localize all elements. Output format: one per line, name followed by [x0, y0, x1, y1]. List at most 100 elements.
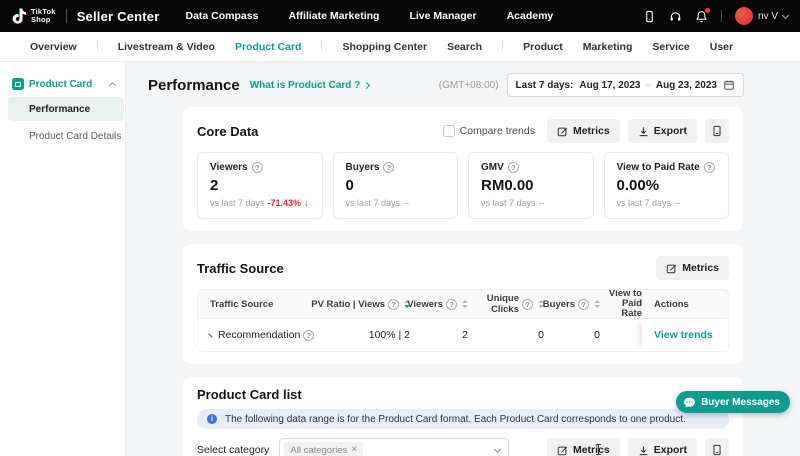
- tab-overview[interactable]: Overview: [30, 41, 77, 53]
- metrics-button[interactable]: Metrics: [656, 256, 729, 280]
- expand-row-icon[interactable]: [208, 333, 212, 337]
- notification-badge-dot: [705, 8, 710, 13]
- filter-row: Select category All categories × Metrics: [197, 438, 729, 456]
- question-icon[interactable]: ?: [704, 162, 715, 173]
- compare-trends-checkbox[interactable]: Compare trends: [443, 125, 535, 137]
- topbar-divider: [721, 10, 722, 22]
- metric-view-to-paid-rate: View to Paid Rate? 0.00% vs last 7 days-…: [604, 152, 730, 219]
- page-header: Performance What is Product Card ? (GMT+…: [126, 71, 800, 99]
- metrics-button[interactable]: Metrics: [547, 119, 620, 143]
- export-button[interactable]: Export: [628, 119, 697, 143]
- checkbox-icon: [443, 125, 455, 137]
- metric-value: 0: [346, 177, 446, 194]
- sidebar-item-performance[interactable]: Performance: [8, 97, 124, 121]
- sidebar-group-product-card[interactable]: Product Card: [0, 74, 125, 94]
- mobile-app-icon[interactable]: [643, 10, 656, 23]
- arrow-down-icon: ↓: [304, 198, 309, 208]
- export-button[interactable]: Export: [628, 438, 697, 456]
- edit-metrics-icon: [557, 126, 568, 137]
- username: nv V: [758, 11, 778, 22]
- notifications-bell-icon[interactable]: [695, 10, 708, 23]
- topbar-nav: Data Compass Affiliate Marketing Live Ma…: [186, 10, 554, 22]
- question-icon[interactable]: ?: [522, 299, 533, 310]
- metric-value: 0.00%: [617, 177, 717, 194]
- page-title: Performance: [148, 77, 240, 94]
- view-trends-link[interactable]: View trends: [654, 329, 713, 341]
- nav-data-compass[interactable]: Data Compass: [186, 10, 259, 22]
- tab-product-card[interactable]: Product Card: [235, 41, 302, 53]
- date-range-picker[interactable]: Last 7 days: Aug 17, 2023 - Aug 23, 2023: [507, 73, 744, 97]
- mobile-report-button[interactable]: [705, 119, 729, 143]
- banner-text: The following data range is for the Prod…: [225, 414, 686, 425]
- nav-academy[interactable]: Academy: [507, 10, 554, 22]
- tab-shopping-center[interactable]: Shopping Center: [342, 41, 427, 53]
- col-buyers: Buyers ?: [544, 299, 600, 310]
- delta-value: --: [403, 198, 409, 208]
- mobile-report-icon: [711, 125, 723, 137]
- info-banner: i The following data range is for the Pr…: [197, 409, 729, 429]
- core-metrics: Viewers? 2 vs last 7 days-71.43%↓ Buyers…: [197, 152, 729, 219]
- topbar-divider: [66, 9, 67, 23]
- buyers-cell: 0: [544, 329, 600, 341]
- tiktok-note-icon: [12, 8, 27, 24]
- question-icon[interactable]: ?: [446, 299, 457, 310]
- delta-value: -71.43%: [268, 198, 302, 208]
- metric-gmv: GMV? RM0.00 vs last 7 days--: [468, 152, 594, 219]
- mobile-report-icon: [711, 444, 723, 456]
- sidebar-item-product-card-details[interactable]: Product Card Details: [8, 124, 124, 148]
- selected-category-tag: All categories ×: [284, 442, 363, 456]
- remove-tag-icon[interactable]: ×: [351, 445, 357, 455]
- timezone-label: (GMT+08:00): [439, 80, 499, 91]
- sidebar: Product Card Performance Product Card De…: [0, 62, 126, 456]
- calendar-icon: [723, 79, 735, 91]
- nav-live-manager[interactable]: Live Manager: [409, 10, 476, 22]
- category-select[interactable]: All categories ×: [279, 438, 509, 456]
- metric-buyers: Buyers? 0 vs last 7 days--: [333, 152, 459, 219]
- section-nav: Overview Livestream & Video Product Card…: [0, 32, 800, 62]
- topbar-right-cluster: nv V: [643, 7, 788, 25]
- user-menu[interactable]: nv V: [735, 7, 788, 25]
- product-card-icon: [12, 78, 24, 90]
- nav-divider: [97, 41, 98, 52]
- traffic-source-card: Traffic Source Metrics Traffic Source PV…: [183, 244, 743, 364]
- metric-value: RM0.00: [481, 177, 581, 194]
- info-icon: i: [207, 414, 217, 424]
- tab-product[interactable]: Product: [523, 41, 563, 53]
- unique-clicks-cell: 0: [468, 329, 544, 341]
- tab-livestream-video[interactable]: Livestream & Video: [118, 41, 215, 53]
- what-is-product-card-link[interactable]: What is Product Card ?: [250, 80, 370, 91]
- chevron-right-icon: [363, 81, 370, 88]
- tab-marketing[interactable]: Marketing: [583, 41, 633, 53]
- pv-ratio-cell: 100% | 2: [310, 329, 410, 341]
- content-column: Core Data Compare trends Metrics Expo: [183, 107, 743, 456]
- tab-search[interactable]: Search: [447, 41, 482, 53]
- question-icon[interactable]: ?: [388, 299, 399, 310]
- select-category-label: Select category: [197, 444, 269, 456]
- question-icon[interactable]: ?: [508, 162, 519, 173]
- tiktok-shop-logo[interactable]: TikTok Shop: [12, 8, 56, 24]
- chevron-down-icon: [494, 445, 501, 452]
- question-icon[interactable]: ?: [252, 162, 263, 173]
- tab-service[interactable]: Service: [652, 41, 689, 53]
- headset-support-icon[interactable]: [669, 10, 682, 23]
- traffic-source-title: Traffic Source: [197, 261, 284, 276]
- tab-user[interactable]: User: [710, 41, 733, 53]
- core-data-title: Core Data: [197, 124, 258, 139]
- metrics-button[interactable]: Metrics: [547, 438, 620, 456]
- chevron-down-icon: [782, 11, 789, 18]
- table-header-row: Traffic Source PV Ratio | Views ? Viewer…: [198, 290, 728, 318]
- product-card-list-card: Product Card list i The following data r…: [183, 377, 743, 456]
- col-view-to-paid-rate: View to Paid Rate: [600, 289, 642, 319]
- buyer-messages-button[interactable]: Buyer Messages: [676, 391, 790, 413]
- sidebar-group-label: Product Card: [29, 79, 92, 90]
- viewers-cell: 2: [410, 329, 468, 341]
- edit-metrics-icon: [557, 445, 568, 456]
- actions-cell: View trends: [642, 319, 728, 351]
- traffic-source-cell: Recommendation ?: [198, 329, 310, 341]
- metric-value: 2: [210, 177, 310, 194]
- nav-affiliate-marketing[interactable]: Affiliate Marketing: [288, 10, 379, 22]
- table-row-recommendation: Recommendation ? 100% | 2 2 0 0 View tre…: [198, 318, 728, 351]
- question-icon[interactable]: ?: [383, 162, 394, 173]
- question-icon[interactable]: ?: [578, 299, 589, 310]
- mobile-report-button[interactable]: [705, 438, 729, 456]
